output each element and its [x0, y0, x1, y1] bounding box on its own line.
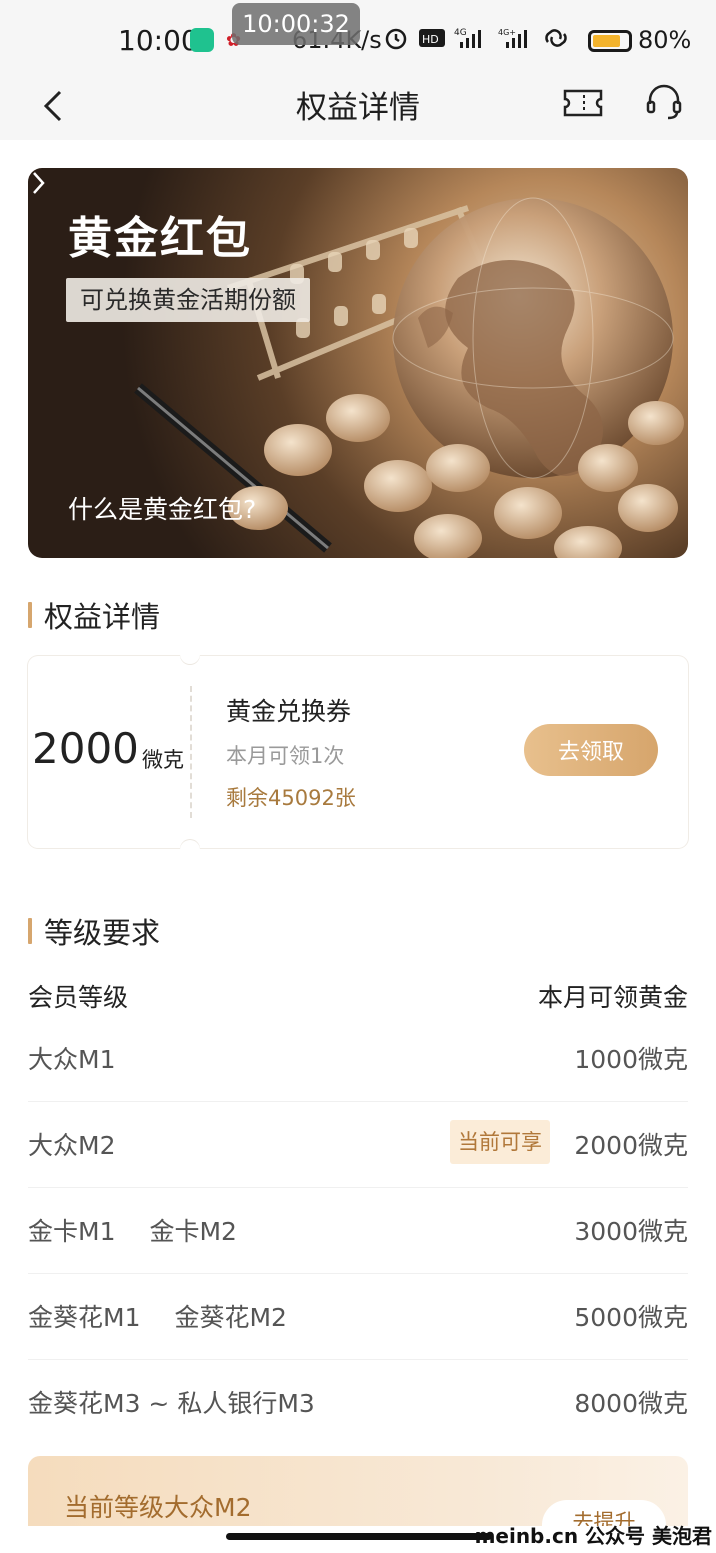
alarm-icon	[385, 28, 407, 50]
claim-button[interactable]: 去领取	[524, 724, 658, 776]
svg-text:HD: HD	[422, 33, 439, 46]
level-section-header: 等级要求	[28, 910, 160, 952]
level-row: 金葵花M1 金葵花M2 5000微克	[28, 1274, 688, 1360]
level-row: 金卡M1 金卡M2 3000微克	[28, 1188, 688, 1274]
level-row: 金葵花M3 ~ 私人银行M3 8000微克	[28, 1360, 688, 1446]
vpn-icon	[190, 28, 214, 52]
status-icons: HD 4G 4G+	[382, 26, 570, 50]
page-title: 权益详情	[296, 90, 420, 126]
header-member-level: 会员等级	[28, 983, 129, 1012]
coupon-remaining: 剩余45092张	[226, 786, 356, 810]
level-names: 金卡M1 金卡M2	[28, 1212, 237, 1248]
customer-service-icon[interactable]	[644, 82, 684, 122]
current-available-badge: 当前可享	[450, 1120, 550, 1164]
home-indicator[interactable]	[226, 1533, 492, 1540]
level-gold-amount: 8000微克	[574, 1389, 688, 1418]
current-level-card: 当前等级大众M2 去提升	[28, 1456, 688, 1526]
svg-text:4G+: 4G+	[498, 28, 516, 37]
section-accent-bar	[28, 918, 32, 944]
coupon-notch	[180, 655, 200, 665]
level-gold-amount: 5000微克	[574, 1303, 688, 1332]
hd-icon: HD	[419, 29, 445, 47]
ticket-icon[interactable]	[562, 86, 604, 120]
status-bar: 10:00 ✿ 61.4K/s HD 4G 4G+ 80% 10:00:32	[0, 0, 716, 74]
level-name: 大众M2	[28, 1131, 116, 1160]
coupon-notch	[180, 839, 200, 849]
header-monthly-gold: 本月可领黄金	[537, 983, 688, 1012]
watermark: meinb.cn 公众号 美泡君	[474, 1524, 712, 1548]
level-gold-amount: 1000微克	[574, 1045, 688, 1074]
link-icon	[545, 29, 567, 47]
banner-title: 黄金红包	[68, 213, 252, 264]
signal-4g-icon: 4G	[454, 28, 481, 48]
battery-percent: 80%	[638, 26, 692, 54]
level-names: 大众M2	[28, 1126, 115, 1162]
battery-icon	[588, 30, 632, 52]
level-name: 金卡M2	[149, 1217, 237, 1246]
banner-tag: 可兑换黄金活期份额	[66, 278, 310, 322]
coupon-unit: 微克	[142, 748, 184, 772]
battery-level	[593, 35, 620, 47]
what-is-gold-link[interactable]: 什么是黄金红包?	[68, 490, 256, 526]
level-name: 金葵花M1	[28, 1303, 141, 1332]
level-row: 大众M2 当前可享 2000微克	[28, 1102, 688, 1188]
level-names: 金葵花M3 ~ 私人银行M3	[28, 1384, 315, 1420]
svg-text:4G: 4G	[454, 28, 467, 38]
level-name: 金葵花M2	[174, 1303, 287, 1332]
coupon-amount: 2000	[32, 724, 139, 773]
benefit-section-header: 权益详情	[28, 594, 160, 636]
clock-overlay: 10:00:32	[232, 3, 360, 45]
level-name: 大众M1	[28, 1045, 116, 1074]
section-title: 权益详情	[44, 600, 161, 634]
status-time: 10:00	[118, 24, 199, 57]
hero-banner: 黄金红包 可兑换黄金活期份额 什么是黄金红包?	[28, 168, 688, 558]
level-row: 大众M1 1000微克	[28, 1016, 688, 1102]
section-accent-bar	[28, 602, 32, 628]
level-gold-amount: 3000微克	[574, 1217, 688, 1246]
level-gold-amount: 2000微克	[574, 1131, 688, 1160]
signal-4g-plus-icon: 4G+	[498, 28, 527, 48]
nav-bar: 权益详情	[0, 74, 716, 140]
chevron-right-icon[interactable]	[28, 168, 48, 198]
coupon-name: 黄金兑换券	[226, 697, 352, 726]
level-names: 金葵花M1 金葵花M2	[28, 1298, 287, 1334]
current-level-text: 当前等级大众M2	[64, 1493, 252, 1522]
level-name: 金葵花M3 ~ 私人银行M3	[28, 1389, 315, 1418]
coupon-divider	[190, 686, 192, 818]
level-names: 大众M1	[28, 1040, 115, 1076]
level-table-header: 会员等级 本月可领黄金	[28, 976, 688, 1016]
section-title: 等级要求	[44, 916, 161, 950]
gold-coupon-card: 2000 微克 黄金兑换券 本月可领1次 剩余45092张 去领取	[28, 655, 688, 849]
coupon-limit: 本月可领1次	[226, 744, 345, 768]
level-name: 金卡M1	[28, 1217, 116, 1246]
